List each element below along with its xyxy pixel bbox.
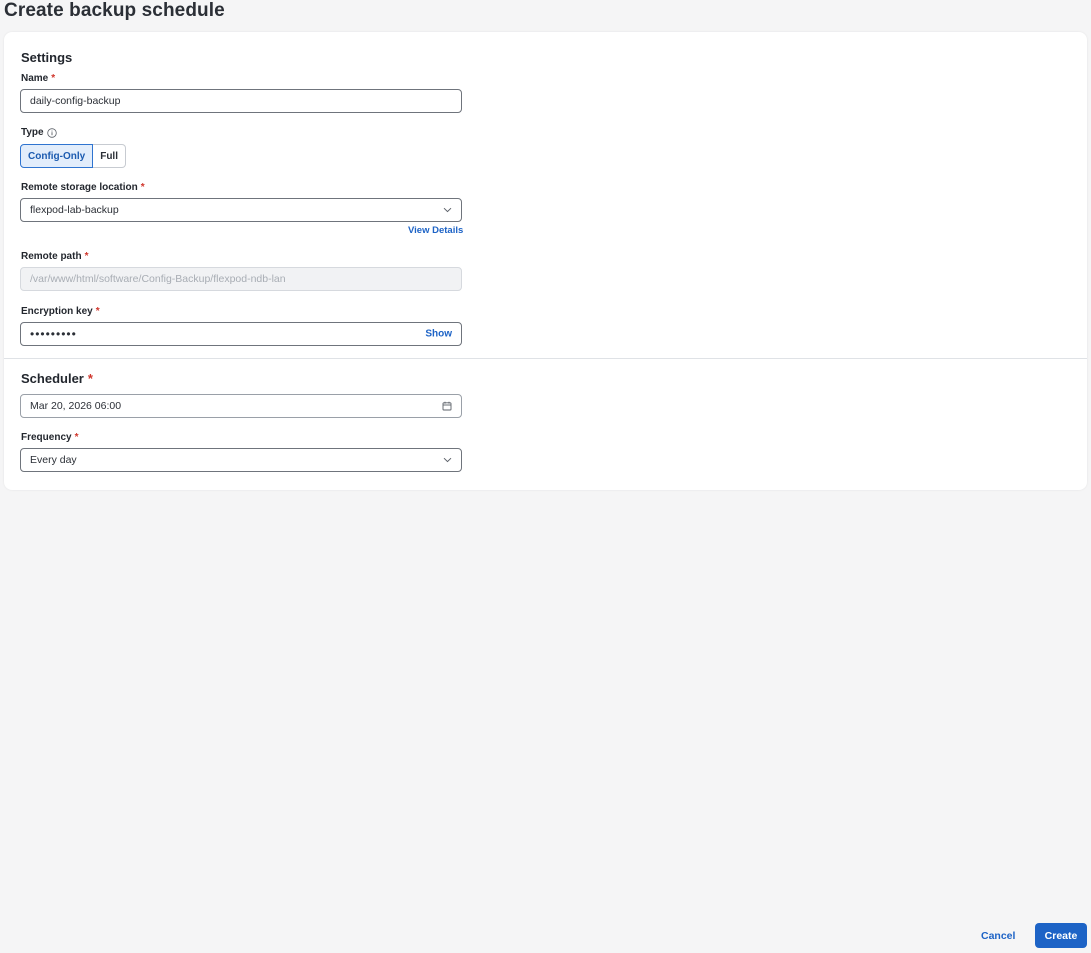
- info-icon[interactable]: [46, 127, 57, 138]
- name-input-value: daily-config-backup: [30, 95, 121, 107]
- remote-storage-label: Remote storage location *: [21, 182, 145, 193]
- encryption-key-input[interactable]: ••••••••• Show: [20, 322, 462, 346]
- view-details-link[interactable]: View Details: [408, 225, 463, 236]
- required-marker: *: [95, 306, 100, 317]
- settings-section-title: Settings: [21, 50, 73, 65]
- type-option-config-only[interactable]: Config-Only: [20, 144, 94, 168]
- required-marker: *: [51, 73, 56, 84]
- create-button[interactable]: Create: [1035, 923, 1087, 948]
- encryption-key-label: Encryption key *: [21, 306, 100, 317]
- type-label: Type: [21, 127, 57, 138]
- calendar-icon[interactable]: [442, 401, 452, 411]
- frequency-label: Frequency *: [21, 432, 78, 443]
- type-option-full[interactable]: Full: [93, 144, 126, 168]
- remote-path-input[interactable]: /var/www/html/software/Config-Backup/fle…: [20, 267, 462, 291]
- type-segmented-control: Config-Only Full: [20, 144, 126, 168]
- page-title: Create backup schedule: [4, 0, 225, 21]
- required-marker: *: [84, 251, 89, 262]
- name-label: Name *: [21, 73, 55, 84]
- scheduler-title-text: Scheduler: [21, 371, 84, 386]
- section-divider: [4, 358, 1087, 359]
- encryption-key-masked-value: •••••••••: [30, 327, 77, 341]
- remote-path-label-text: Remote path: [21, 251, 82, 262]
- remote-storage-select[interactable]: flexpod-lab-backup: [20, 198, 462, 222]
- scheduler-section-title: Scheduler *: [21, 371, 93, 386]
- required-marker: *: [87, 371, 93, 386]
- remote-storage-value: flexpod-lab-backup: [30, 204, 119, 216]
- encryption-key-label-text: Encryption key: [21, 306, 93, 317]
- chevron-down-icon: [443, 207, 452, 213]
- name-label-text: Name: [21, 73, 49, 84]
- required-marker: *: [74, 432, 79, 443]
- remote-path-label: Remote path *: [21, 251, 88, 262]
- remote-storage-label-text: Remote storage location: [21, 182, 138, 193]
- create-backup-schedule-page: Create backup schedule Settings Name * d…: [0, 0, 1091, 953]
- schedule-datetime-value: Mar 20, 2026 06:00: [30, 400, 122, 412]
- frequency-label-text: Frequency: [21, 432, 72, 443]
- name-input[interactable]: daily-config-backup: [20, 89, 462, 113]
- frequency-value: Every day: [30, 454, 77, 466]
- required-marker: *: [140, 182, 145, 193]
- remote-path-placeholder: /var/www/html/software/Config-Backup/fle…: [30, 273, 286, 285]
- form-card: Settings Name * daily-config-backup Type…: [4, 32, 1087, 490]
- cancel-button[interactable]: Cancel: [974, 923, 1022, 948]
- type-label-text: Type: [21, 127, 44, 138]
- show-password-button[interactable]: Show: [425, 329, 452, 340]
- schedule-datetime-picker[interactable]: Mar 20, 2026 06:00: [20, 394, 462, 418]
- chevron-down-icon: [443, 457, 452, 463]
- frequency-select[interactable]: Every day: [20, 448, 462, 472]
